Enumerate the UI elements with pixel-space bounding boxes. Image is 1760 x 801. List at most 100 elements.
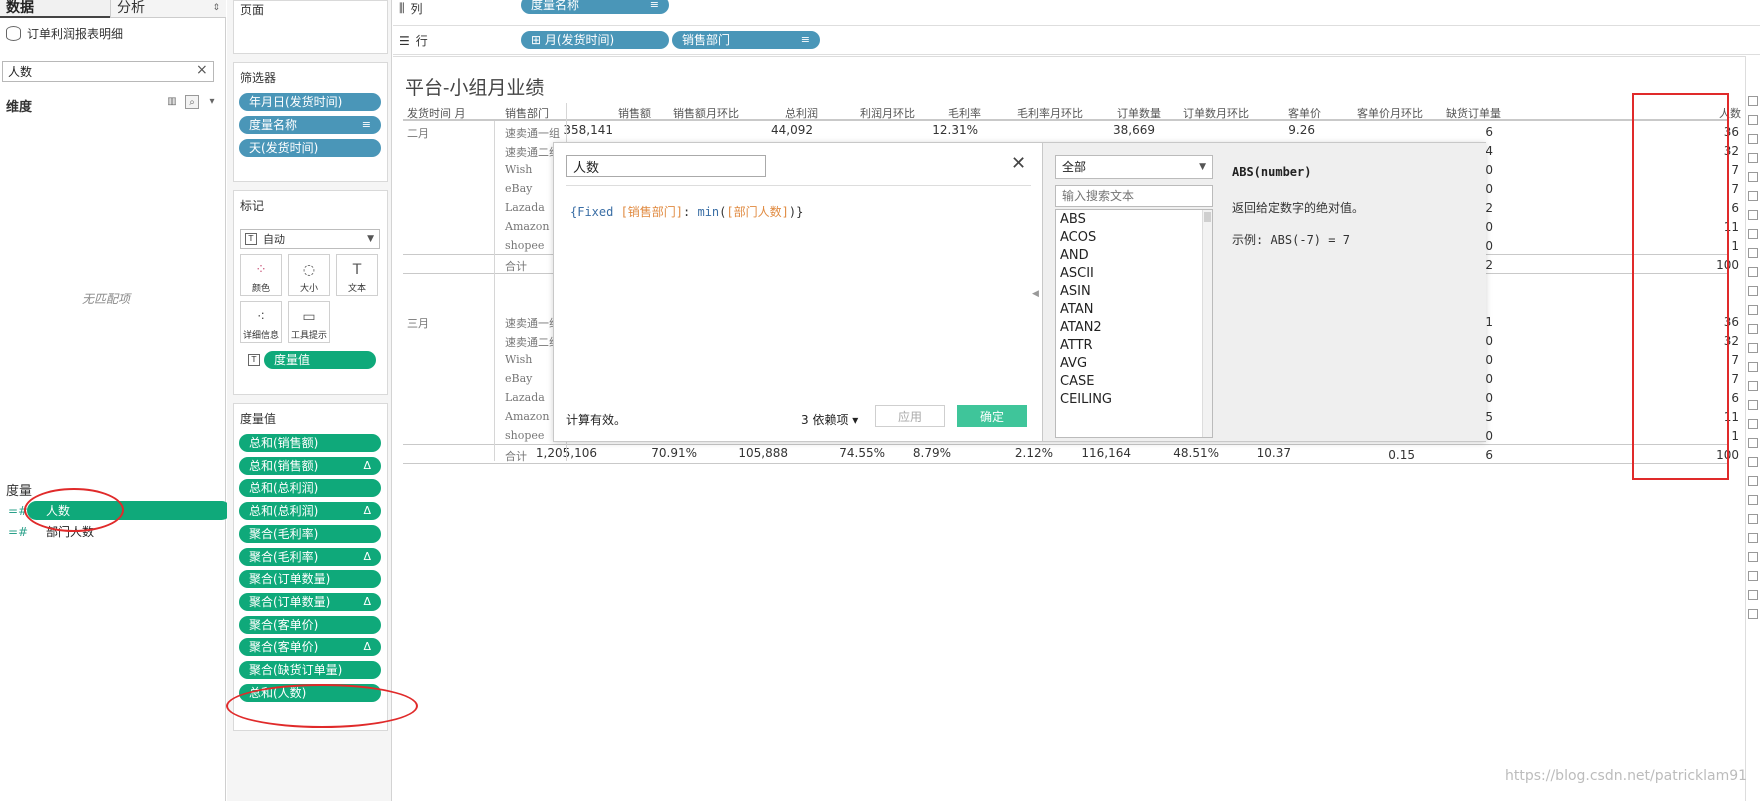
filter-pill[interactable]: 天(发货时间) — [239, 139, 381, 157]
tab-analysis[interactable]: 分析 ⇕ — [110, 0, 226, 18]
legend-checkbox[interactable] — [1748, 153, 1758, 163]
legend-checkbox[interactable] — [1748, 381, 1758, 391]
formula-editor[interactable]: {Fixed [销售部门]: min([部门人数])} — [570, 203, 803, 220]
function-list-scrollbar[interactable] — [1202, 210, 1212, 437]
legend-checkbox[interactable] — [1748, 343, 1758, 353]
rows-pill[interactable]: ⊞ 月(发货时间) — [521, 31, 669, 49]
legend-checkbox[interactable] — [1748, 362, 1758, 372]
pages-card-title: 页面 — [240, 3, 265, 17]
measure-value-pill[interactable]: 聚合(订单数量) Δ — [239, 592, 381, 611]
function-item[interactable]: ATAN — [1060, 302, 1093, 317]
pages-card[interactable]: 页面 — [233, 0, 388, 54]
legend-checkbox[interactable] — [1748, 115, 1758, 125]
calc-name-input[interactable] — [566, 155, 766, 177]
filter-pill[interactable]: 年月日(发货时间) — [239, 93, 381, 111]
text-button[interactable]: T 文本 — [336, 254, 378, 296]
legend-checkbox[interactable] — [1748, 210, 1758, 220]
measure-value-pill[interactable]: 聚合(毛利率) Δ — [239, 547, 381, 566]
legend-checkbox[interactable] — [1748, 438, 1758, 448]
measure-value-pill[interactable]: 总和(销售额) — [239, 434, 381, 452]
function-item[interactable]: AVG — [1060, 356, 1087, 371]
measure-value-pill[interactable]: 聚合(客单价) Δ — [239, 638, 381, 657]
function-item[interactable]: ABS — [1060, 212, 1086, 227]
size-button[interactable]: ◌ 大小 — [288, 254, 330, 296]
datasource-row[interactable]: 订单利润报表明细 — [6, 23, 123, 43]
rows-shelf[interactable]: ☰ 行 ⊞ 月(发货时间) 销售部门 ≡ — [393, 27, 1760, 55]
function-item[interactable]: ATTR — [1060, 338, 1093, 353]
legend-checkbox[interactable] — [1748, 514, 1758, 524]
legend-checkbox[interactable] — [1748, 457, 1758, 467]
rows-pill[interactable]: 销售部门 ≡ — [672, 31, 820, 49]
mark-type-dropdown[interactable]: T 自动 ▼ — [240, 229, 380, 249]
function-item[interactable]: AND — [1060, 248, 1089, 263]
function-category-dropdown[interactable]: 全部 ▼ — [1055, 155, 1213, 179]
legend-checkbox[interactable] — [1748, 476, 1758, 486]
search-icon[interactable]: ⌕ — [185, 95, 199, 109]
legend-checkbox[interactable] — [1748, 324, 1758, 334]
function-item[interactable]: ACOS — [1060, 230, 1096, 245]
right-legend-strip — [1745, 56, 1760, 801]
legend-checkbox[interactable] — [1748, 590, 1758, 600]
function-item[interactable]: CEILING — [1060, 392, 1112, 407]
field-search-input[interactable] — [2, 61, 214, 82]
dependencies-dropdown[interactable]: 3 依赖项 ▾ — [801, 411, 858, 428]
filters-card[interactable]: 筛选器 年月日(发货时间) 度量名称 ≡ 天(发货时间) — [233, 62, 388, 182]
measure-value-pill[interactable]: 总和(总利润) — [239, 479, 381, 498]
legend-checkbox[interactable] — [1748, 267, 1758, 277]
measure-value-pill[interactable]: 聚合(订单数量) — [239, 570, 381, 589]
filter-pill[interactable]: 度量名称 ≡ — [239, 116, 381, 134]
measure-value-pill[interactable]: 聚合(客单价) — [239, 615, 381, 634]
clear-icon[interactable]: × — [196, 62, 208, 78]
legend-checkbox[interactable] — [1748, 134, 1758, 144]
legend-checkbox[interactable] — [1748, 400, 1758, 410]
legend-checkbox[interactable] — [1748, 286, 1758, 296]
columns-pill[interactable]: 度量名称 ≡ — [521, 0, 669, 14]
collapse-arrow-icon[interactable]: ◀ — [1032, 289, 1039, 299]
close-icon[interactable]: ✕ — [1011, 153, 1026, 174]
legend-checkbox[interactable] — [1748, 172, 1758, 182]
measure-values-card[interactable]: 度量值 总和(销售额) 总和(销售额) Δ 总和(总利润) 总和(总利润) Δ 聚合(毛利率… — [233, 403, 388, 731]
legend-checkbox[interactable] — [1748, 229, 1758, 239]
legend-checkbox[interactable] — [1748, 305, 1758, 315]
chevron-down-icon[interactable]: ▾ — [205, 95, 219, 109]
ok-button[interactable]: 确定 — [957, 405, 1027, 427]
function-item[interactable]: CASE — [1060, 374, 1094, 389]
function-item[interactable]: ASIN — [1060, 284, 1091, 299]
marks-value-pill[interactable]: 度量值 — [264, 351, 376, 369]
marks-card[interactable]: 标记 T 自动 ▼ ⁘ 颜色 ◌ 大小 T 文本 ⁖ 详细信息 ▭ 工具提示 T 度量值 — [233, 190, 388, 395]
updown-icon[interactable]: ⇕ — [212, 0, 220, 16]
measure-value-pill[interactable]: 聚合(毛利率) — [239, 524, 381, 543]
calculation-dialog[interactable]: ✕ {Fixed [销售部门]: min([部门人数])} 计算有效。 3 依赖… — [553, 142, 1486, 442]
legend-checkbox[interactable] — [1748, 609, 1758, 619]
measure-value-pill[interactable]: 聚合(缺货订单量) — [239, 661, 381, 679]
detail-button[interactable]: ⁖ 详细信息 — [240, 301, 282, 343]
tab-data[interactable]: 数据 — [0, 0, 110, 18]
scrollbar-thumb[interactable] — [1204, 212, 1211, 222]
row-divider — [403, 119, 1729, 120]
legend-checkbox[interactable] — [1748, 419, 1758, 429]
legend-checkbox[interactable] — [1748, 191, 1758, 201]
function-search-input[interactable] — [1055, 185, 1213, 207]
function-item[interactable]: ATAN2 — [1060, 320, 1102, 335]
columns-shelf[interactable]: ⫼ 列 度量名称 ≡ — [393, 0, 1760, 26]
legend-checkbox[interactable] — [1748, 552, 1758, 562]
measure-value-pill[interactable]: 总和(销售额) Δ — [239, 456, 381, 475]
filters-card-title: 筛选器 — [240, 71, 277, 85]
dept-label: Lazada — [505, 201, 545, 214]
color-button[interactable]: ⁘ 颜色 — [240, 254, 282, 296]
legend-checkbox[interactable] — [1748, 571, 1758, 581]
legend-checkbox[interactable] — [1748, 533, 1758, 543]
cell-people: 1 — [1731, 429, 1739, 443]
apply-button[interactable]: 应用 — [875, 405, 945, 427]
function-list[interactable]: ABS ACOS AND ASCII ASIN ATAN ATAN2 ATTR AVG CASE C… — [1055, 209, 1213, 438]
tooltip-button[interactable]: ▭ 工具提示 — [288, 301, 330, 343]
cell-oos: 0 — [1485, 220, 1493, 234]
view-list-icon[interactable]: ▥ — [165, 95, 179, 109]
formula-keyword: {Fixed — [570, 205, 621, 219]
measure-value-pill[interactable]: 总和(总利润) Δ — [239, 502, 381, 521]
function-item[interactable]: ASCII — [1060, 266, 1094, 281]
column-divider — [494, 121, 495, 461]
legend-checkbox[interactable] — [1748, 96, 1758, 106]
legend-checkbox[interactable] — [1748, 248, 1758, 258]
legend-checkbox[interactable] — [1748, 495, 1758, 505]
